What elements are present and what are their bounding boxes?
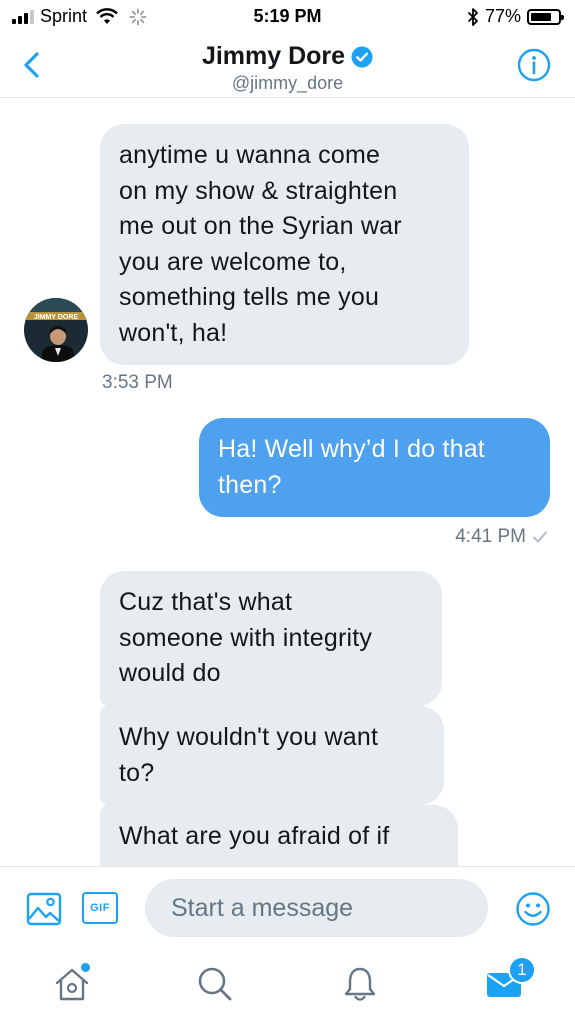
message-line: Why wouldn't you want <box>119 723 379 751</box>
contact-name: Jimmy Dore <box>201 42 346 70</box>
info-icon[interactable] <box>517 48 551 82</box>
message-line: then? <box>218 470 282 499</box>
gif-label: GIF <box>90 902 110 914</box>
avatar[interactable]: JIMMY DORE <box>24 298 88 362</box>
battery-icon <box>527 8 564 25</box>
messages-badge: 1 <box>508 956 536 984</box>
message-line: anytime u wanna come <box>119 141 381 169</box>
message-line: would do <box>119 659 221 687</box>
smiley-icon[interactable] <box>515 891 551 927</box>
gif-icon[interactable]: GIF <box>82 892 118 924</box>
message-line: Cuz that's what <box>119 588 293 616</box>
message-line: me out on the Syrian war <box>119 212 402 240</box>
avatar-image: JIMMY DORE <box>24 298 88 362</box>
message-line: to? <box>119 758 155 787</box>
message-bubble-incoming[interactable]: What are you afraid of if <box>100 805 458 866</box>
message-line: you are welcome to, <box>119 247 347 276</box>
status-bar: Sprint 5:19 PM 77% <box>0 0 575 34</box>
home-notification-dot <box>81 963 90 972</box>
message-line: What are you afraid of if <box>119 822 390 850</box>
message-composer: GIF <box>0 866 575 950</box>
bell-icon[interactable] <box>340 964 380 1004</box>
message-line: on my show & straighten <box>119 176 398 205</box>
timestamp-text: 4:41 PM <box>455 526 526 547</box>
message-bubble-incoming[interactable]: Why wouldn't you want to? <box>100 706 444 805</box>
message-bubble-incoming[interactable]: anytime u wanna come on my show & straig… <box>100 124 469 365</box>
timestamp-text: 3:53 PM <box>102 372 173 393</box>
message-line: Ha! Well why’d I do that <box>218 435 485 463</box>
checkmark-icon <box>533 531 547 543</box>
message-line: someone with integrity <box>119 623 373 652</box>
contact-name-row: Jimmy Dore <box>202 42 373 71</box>
header-title[interactable]: Jimmy Dore @jimmy_dore <box>0 42 575 94</box>
message-list[interactable]: anytime u wanna come on my show & straig… <box>0 99 575 866</box>
search-icon[interactable] <box>195 964 235 1004</box>
battery-level-fill <box>531 12 552 21</box>
verified-badge-icon <box>351 46 373 67</box>
avatar-text: JIMMY DORE <box>34 314 79 321</box>
message-bubble-outgoing[interactable]: Ha! Well why’d I do that then? <box>199 418 550 517</box>
bottom-tab-bar: 1 <box>0 950 575 1024</box>
battery-percent: 77% <box>484 6 521 26</box>
message-line: something tells me you <box>119 283 380 311</box>
status-right: 77% <box>467 6 564 27</box>
contact-handle: @jimmy_dore <box>231 73 344 93</box>
bluetooth-icon <box>467 7 478 26</box>
message-timestamp: 3:53 PM <box>102 372 173 394</box>
message-bubble-incoming[interactable]: Cuz that's what someone with integrity w… <box>100 571 442 706</box>
message-input[interactable] <box>145 879 488 937</box>
message-line: won't, ha! <box>119 318 228 347</box>
image-icon[interactable] <box>26 891 62 927</box>
message-timestamp: 4:41 PM <box>455 526 548 548</box>
conversation-header: Jimmy Dore @jimmy_dore <box>0 34 575 98</box>
